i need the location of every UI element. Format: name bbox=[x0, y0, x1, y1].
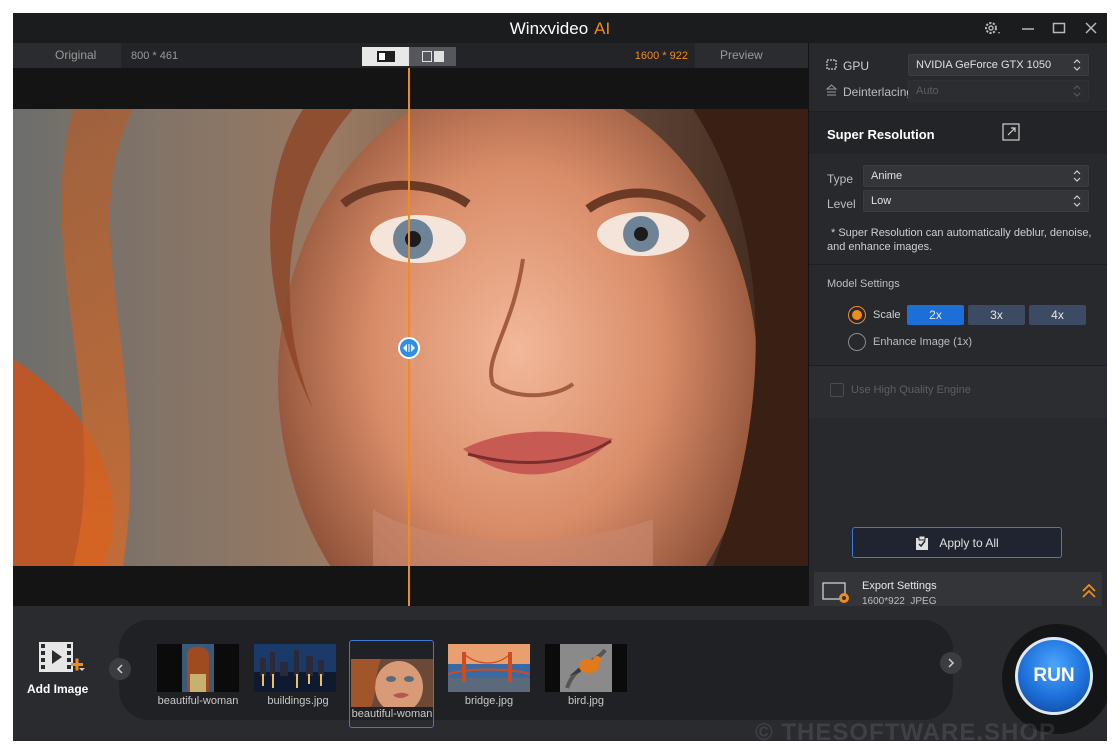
thumbnail-item[interactable]: buildings.jpg bbox=[249, 606, 341, 741]
deinterlacing-select-value: Auto bbox=[916, 85, 939, 97]
close-icon[interactable] bbox=[1080, 17, 1102, 39]
filmstrip-prev-button[interactable] bbox=[109, 658, 131, 680]
clipboard-check-icon bbox=[916, 535, 929, 550]
original-label: Original bbox=[55, 48, 97, 62]
apply-to-all-label: Apply to All bbox=[939, 535, 999, 550]
scale-radio[interactable] bbox=[848, 306, 866, 324]
thumbnail-image bbox=[157, 644, 239, 692]
add-image-label: Add Image bbox=[27, 682, 89, 696]
section-divider bbox=[809, 264, 1107, 265]
thumbnail-image bbox=[545, 644, 627, 692]
minimize-icon[interactable] bbox=[1017, 17, 1039, 39]
thumbnail-name: beautiful-woman bbox=[157, 695, 239, 707]
type-select-value: Anime bbox=[871, 170, 903, 182]
thumbnail-name: bridge.jpg bbox=[464, 695, 514, 707]
export-settings-title: Export Settings bbox=[862, 580, 937, 592]
enhance-image-label: Enhance Image (1x) bbox=[873, 336, 973, 348]
app-window: Winxvideo AI Original 800 * 461 1600 * 92… bbox=[13, 13, 1107, 741]
super-resolution-header: Super Resolution bbox=[809, 112, 1107, 154]
super-resolution-title: Super Resolution bbox=[827, 127, 935, 142]
settings-panel: GPU NVIDIA GeForce GTX 1050 Deinterlacin… bbox=[808, 43, 1107, 612]
watermark: © THESOFTWARE.SHOP bbox=[755, 719, 1057, 741]
thumbnail-item-selected[interactable]: beautiful-woman bbox=[349, 640, 434, 728]
side-by-side-view-toggle[interactable] bbox=[409, 47, 456, 66]
title-bar: Winxvideo AI bbox=[13, 13, 1107, 43]
deinterlacing-label: Deinterlacing bbox=[843, 85, 914, 99]
scale-4x-button[interactable]: 4x bbox=[1029, 305, 1086, 325]
app-title: Winxvideo AI bbox=[13, 19, 1107, 39]
gpu-chip-icon bbox=[825, 58, 838, 74]
thumbnail-name: bird.jpg bbox=[567, 695, 605, 707]
model-settings-label: Model Settings bbox=[827, 278, 900, 290]
chevron-up-icon[interactable] bbox=[1082, 583, 1096, 602]
compare-divider-handle[interactable] bbox=[398, 337, 420, 359]
select-chevron-icon bbox=[1073, 195, 1081, 207]
preview-area[interactable] bbox=[13, 68, 808, 606]
scale-label: Scale bbox=[873, 309, 901, 321]
thumbnail-name: beautiful-woman bbox=[351, 708, 433, 720]
thumbnail-image bbox=[351, 659, 433, 707]
app-title-name: Winxvideo bbox=[509, 19, 589, 38]
preview-label: Preview bbox=[720, 48, 763, 62]
scale-2x-button[interactable]: 2x bbox=[907, 305, 964, 325]
level-label: Level bbox=[827, 197, 856, 211]
hq-engine-checkbox[interactable] bbox=[830, 383, 844, 397]
type-select[interactable]: Anime bbox=[863, 165, 1089, 187]
original-tab[interactable]: Original bbox=[13, 43, 121, 68]
maximize-icon[interactable] bbox=[1048, 17, 1070, 39]
thumbnail-item[interactable]: beautiful-woman bbox=[153, 606, 245, 741]
add-image-button[interactable]: Add Image bbox=[21, 636, 105, 700]
thumbnail-image bbox=[254, 644, 336, 692]
deinterlacing-icon bbox=[825, 84, 838, 100]
thumbnail-item[interactable]: bird.jpg bbox=[540, 606, 632, 741]
select-chevron-icon bbox=[1073, 59, 1081, 71]
scale-3x-button[interactable]: 3x bbox=[968, 305, 1025, 325]
thumbnail-item[interactable]: bridge.jpg bbox=[443, 606, 535, 741]
enhance-image-radio[interactable] bbox=[848, 333, 866, 351]
apply-to-all-button[interactable]: Apply to All bbox=[852, 527, 1062, 558]
preview-header: Original 800 * 461 1600 * 922 Preview bbox=[13, 43, 808, 68]
filmstrip-next-button[interactable] bbox=[940, 652, 962, 674]
chevron-right-icon bbox=[948, 658, 955, 668]
preview-size: 1600 * 922 bbox=[634, 50, 688, 62]
settings-gear-icon[interactable] bbox=[981, 17, 1003, 39]
hq-engine-section: Use High Quality Engine bbox=[809, 366, 1107, 418]
deinterlacing-select[interactable]: Auto bbox=[908, 80, 1089, 102]
level-select-value: Low bbox=[871, 195, 892, 207]
add-video-icon bbox=[37, 638, 85, 683]
type-label: Type bbox=[827, 172, 854, 186]
expand-icon[interactable] bbox=[1002, 123, 1020, 144]
thumbnail-image bbox=[448, 644, 530, 692]
chevron-left-icon bbox=[116, 664, 123, 674]
super-resolution-note: * Super Resolution can automatically deb… bbox=[827, 227, 1092, 253]
thumbnail-name: buildings.jpg bbox=[267, 695, 329, 707]
select-chevron-icon bbox=[1073, 85, 1081, 97]
run-button[interactable]: RUN bbox=[1015, 637, 1093, 715]
split-view-toggle[interactable] bbox=[362, 47, 409, 66]
gpu-select-value: NVIDIA GeForce GTX 1050 bbox=[916, 59, 1052, 71]
original-size: 800 * 461 bbox=[131, 50, 179, 62]
app-title-suffix: AI bbox=[594, 19, 611, 38]
gpu-label: GPU bbox=[843, 59, 870, 73]
select-chevron-icon bbox=[1073, 170, 1081, 182]
level-select[interactable]: Low bbox=[863, 190, 1089, 212]
hq-engine-label: Use High Quality Engine bbox=[851, 384, 971, 396]
gpu-select[interactable]: NVIDIA GeForce GTX 1050 bbox=[908, 54, 1089, 76]
preview-tab[interactable]: Preview bbox=[695, 43, 808, 68]
export-settings-icon bbox=[822, 581, 850, 608]
